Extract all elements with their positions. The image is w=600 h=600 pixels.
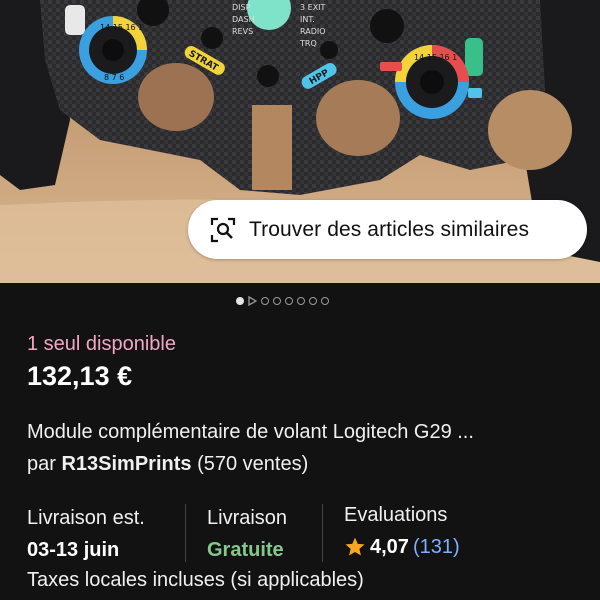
stock-status: 1 seul disponible <box>27 333 176 355</box>
find-similar-label: Trouver des articles similaires <box>249 217 530 241</box>
rating-row[interactable]: 4,07 (131) <box>344 534 460 560</box>
product-photo[interactable]: 14 15 16 1 8 7 6 STRAT HPP 14 15 16 1 DI… <box>0 0 600 283</box>
price: 132,13 € <box>27 361 133 391</box>
shipping-cost: Livraison Gratuite <box>207 505 287 563</box>
find-similar-button[interactable]: Trouver des articles similaires <box>188 200 587 259</box>
seller-line: par R13SimPrints (570 ventes) <box>27 453 308 476</box>
svg-text:14 15 16 1: 14 15 16 1 <box>100 23 143 32</box>
carousel-dot-active[interactable] <box>236 297 244 305</box>
video-play-icon[interactable] <box>248 296 257 306</box>
reviews-summary[interactable]: Evaluations 4,07 (131) <box>344 502 460 560</box>
carousel-indicator[interactable] <box>236 295 329 307</box>
rating-value: 4,07 <box>370 536 409 558</box>
seller-name-link[interactable]: R13SimPrints <box>61 453 191 475</box>
shipping-label: Livraison <box>207 507 288 529</box>
carousel-dot[interactable] <box>321 297 329 305</box>
carousel-dot[interactable] <box>309 297 317 305</box>
carousel-dot[interactable] <box>273 297 281 305</box>
svg-text:RADIO: RADIO <box>300 27 326 36</box>
svg-text:DISP: DISP <box>232 3 251 12</box>
svg-text:INT.: INT. <box>300 15 315 24</box>
svg-text:DASH: DASH <box>232 15 255 24</box>
svg-text:8 7 6: 8 7 6 <box>104 73 124 82</box>
svg-text:TRQ: TRQ <box>299 39 317 48</box>
star-icon <box>344 536 366 558</box>
listing-screen: 14 15 16 1 8 7 6 STRAT HPP 14 15 16 1 DI… <box>0 0 600 600</box>
column-divider <box>322 504 323 562</box>
carousel-dot[interactable] <box>285 297 293 305</box>
svg-text:14 15 16 1: 14 15 16 1 <box>414 53 457 62</box>
reviews-label: Evaluations <box>344 504 448 526</box>
delivery-estimate-value: 03-13 juin <box>27 539 120 561</box>
carousel-dot[interactable] <box>297 297 305 305</box>
carousel-dot[interactable] <box>261 297 269 305</box>
visual-search-icon <box>210 217 236 243</box>
seller-prefix: par <box>27 453 62 475</box>
seller-sales-count: (570 ventes) <box>191 453 309 475</box>
delivery-estimate: Livraison est. 03-13 juin <box>27 505 145 563</box>
listing-title[interactable]: Module complémentaire de volant Logitech… <box>27 421 577 444</box>
review-count-link[interactable]: (131) <box>413 534 460 560</box>
svg-text:3 EXIT: 3 EXIT <box>300 3 326 12</box>
column-divider <box>185 504 186 562</box>
delivery-estimate-label: Livraison est. <box>27 507 145 529</box>
svg-text:REVS: REVS <box>232 27 253 36</box>
taxes-note: Taxes locales incluses (si applicables) <box>27 569 364 591</box>
shipping-value: Gratuite <box>207 539 284 561</box>
